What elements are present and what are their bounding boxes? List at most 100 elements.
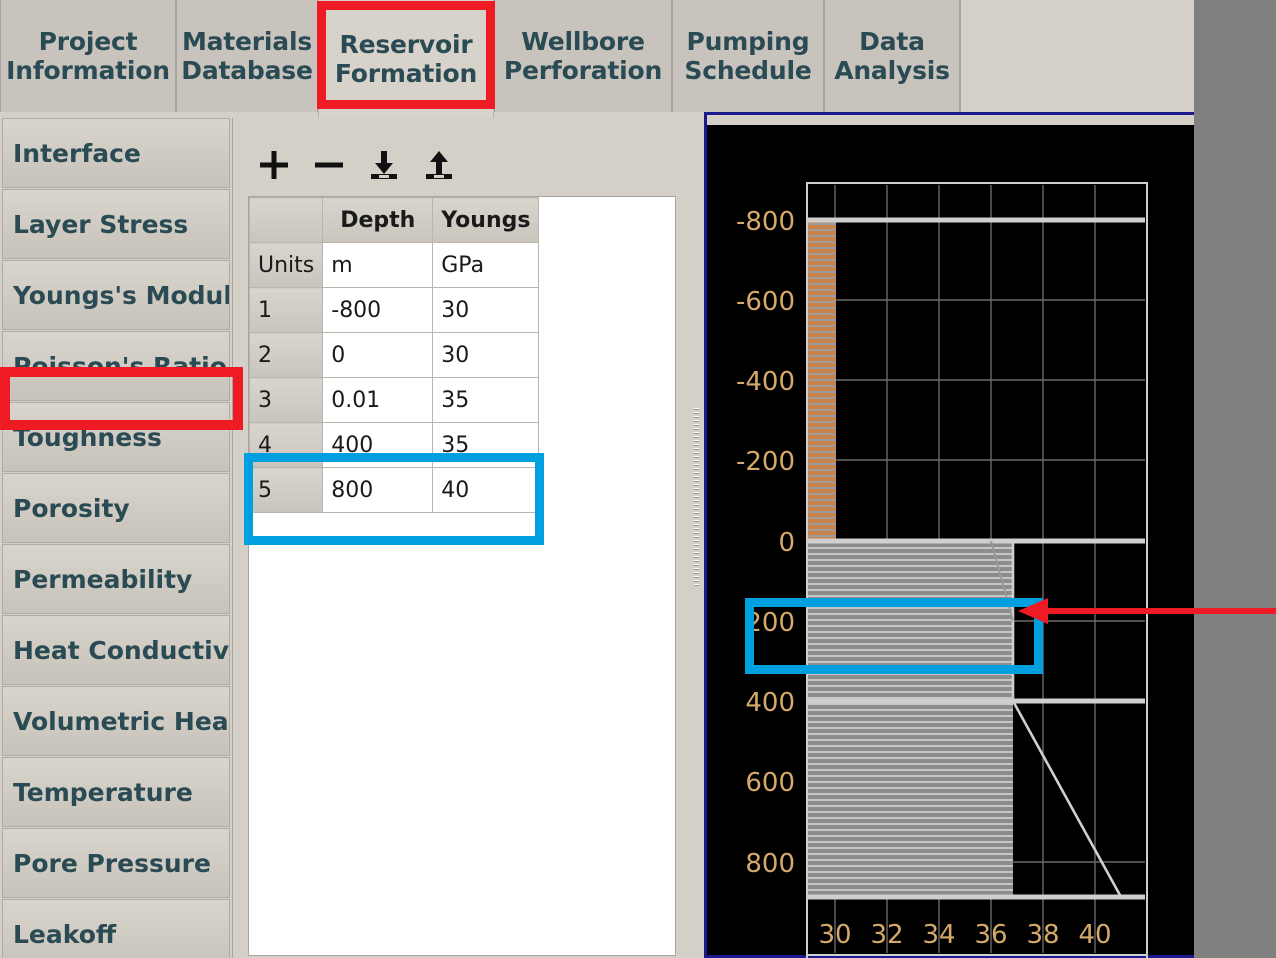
row-header[interactable]: 4 — [249, 422, 324, 468]
sidebar-item-label: Pore Pressure — [13, 848, 211, 878]
sidebar-item-pore-pressure[interactable]: Pore Pressure — [2, 828, 230, 898]
tab-label-line1: Wellbore — [521, 26, 645, 56]
tab-reservoir-formation[interactable]: Reservoir Formation — [318, 0, 494, 118]
cell-youngs[interactable]: 30 — [432, 287, 540, 333]
sidebar-item-poissons-ratio[interactable]: Poisson's Ratio — [2, 331, 230, 401]
row-header[interactable]: 5 — [249, 467, 324, 513]
svg-text:-800: -800 — [736, 207, 795, 237]
cell-depth[interactable]: m — [322, 242, 434, 288]
add-row-button[interactable] — [248, 136, 300, 194]
sidebar-item-interface[interactable]: Interface — [2, 118, 230, 188]
svg-text:36: 36 — [974, 920, 1007, 950]
svg-text:34: 34 — [922, 920, 955, 950]
cell-depth[interactable]: 0 — [322, 332, 434, 378]
sidebar-item-volumetric-heat-capacity[interactable]: Volumetric Heat C — [2, 686, 230, 756]
cell-youngs[interactable]: 35 — [432, 422, 540, 468]
property-sidebar: Interface Layer Stress Youngs's Modulus … — [0, 118, 233, 958]
tab-label-line1: Data — [859, 26, 925, 56]
table-row: 4 400 35 — [249, 422, 540, 468]
tab-label-line2: Schedule — [684, 56, 812, 85]
panel-splitter[interactable] — [690, 118, 704, 958]
sidebar-item-leakoff[interactable]: Leakoff — [2, 899, 230, 958]
tab-label-line1: Reservoir — [339, 29, 473, 59]
sidebar-item-label: Porosity — [13, 493, 130, 523]
svg-text:200: 200 — [745, 608, 795, 638]
sidebar-item-label: Temperature — [13, 777, 193, 807]
layer-data-table: Depth Youngs Units m GPa 1 -800 30 2 0 3… — [249, 197, 540, 513]
cell-depth[interactable]: 400 — [322, 422, 434, 468]
sidebar-item-youngs-modulus[interactable]: Youngs's Modulus — [2, 260, 230, 330]
tab-data-analysis[interactable]: Data Analysis — [824, 0, 960, 112]
svg-text:800: 800 — [745, 849, 795, 879]
tab-label-line1: Materials — [181, 26, 313, 56]
row-header[interactable]: 2 — [249, 332, 324, 378]
tab-label-line1: Project — [38, 26, 138, 56]
table-header-row: Depth Youngs — [249, 197, 540, 243]
sidebar-item-label: Layer Stress — [13, 209, 189, 239]
tab-label-line2: Perforation — [503, 56, 663, 85]
cell-depth[interactable]: -800 — [322, 287, 434, 333]
sidebar-item-label: Volumetric Heat C — [13, 706, 229, 736]
column-header-youngs[interactable]: Youngs — [432, 197, 540, 243]
svg-text:38: 38 — [1026, 920, 1059, 950]
table-row: 2 0 30 — [249, 332, 540, 378]
table-row: 5 800 40 — [249, 467, 540, 513]
sidebar-item-heat-conductivity[interactable]: Heat Conductivity — [2, 615, 230, 685]
remove-row-button[interactable] — [303, 136, 355, 194]
column-header-index[interactable] — [249, 197, 324, 243]
tab-bar-filler — [960, 0, 1194, 112]
sidebar-item-label: Interface — [13, 138, 141, 168]
row-header[interactable]: 1 — [249, 287, 324, 333]
table-row: 3 0.01 35 — [249, 377, 540, 423]
svg-text:30: 30 — [818, 920, 851, 950]
sidebar-item-label: Heat Conductivity — [13, 635, 230, 665]
sidebar-item-temperature[interactable]: Temperature — [2, 757, 230, 827]
minus-icon — [312, 148, 346, 182]
sidebar-item-layer-stress[interactable]: Layer Stress — [2, 189, 230, 259]
layer-band-1 — [808, 220, 836, 541]
svg-text:-200: -200 — [736, 447, 795, 477]
tab-label-line2: Analysis — [834, 56, 950, 85]
tab-label-line1: Pumping — [686, 26, 810, 56]
sidebar-item-label: Permeability — [13, 564, 193, 594]
import-button[interactable] — [358, 136, 410, 194]
cell-depth[interactable]: 0.01 — [322, 377, 434, 423]
cell-youngs[interactable]: 40 — [432, 467, 540, 513]
svg-text:400: 400 — [745, 688, 795, 718]
sidebar-item-permeability[interactable]: Permeability — [2, 544, 230, 614]
tab-project-information[interactable]: Project Information — [0, 0, 176, 112]
cell-youngs[interactable]: 35 — [432, 377, 540, 423]
plot-x-tick-labels: 30 32 34 36 38 40 — [818, 920, 1111, 950]
svg-text:0: 0 — [778, 528, 795, 558]
tab-label-line2: Database — [181, 56, 313, 85]
plot-y-tick-labels: -800 -600 -400 -200 0 200 400 600 800 — [736, 207, 795, 879]
main-tab-bar: Project Information Materials Database R… — [0, 0, 1194, 118]
plot-canvas[interactable]: -800 -600 -400 -200 0 200 400 600 800 30… — [707, 125, 1194, 958]
splitter-grip-icon — [694, 408, 699, 588]
table-row: 1 -800 30 — [249, 287, 540, 333]
layer-band-3 — [808, 701, 1013, 896]
svg-text:40: 40 — [1078, 920, 1111, 950]
column-header-depth[interactable]: Depth — [322, 197, 434, 243]
youngs-modulus-depth-plot: -800 -600 -400 -200 0 200 400 600 800 30… — [736, 182, 1148, 958]
cell-youngs[interactable]: GPa — [432, 242, 540, 288]
sidebar-item-label: Leakoff — [13, 919, 117, 949]
svg-text:32: 32 — [870, 920, 903, 950]
sidebar-item-toughness[interactable]: Toughness — [2, 402, 230, 472]
tab-pumping-schedule[interactable]: Pumping Schedule — [672, 0, 824, 112]
sidebar-item-label: Poisson's Ratio — [13, 351, 227, 381]
plus-icon — [257, 148, 291, 182]
tab-wellbore-perforation[interactable]: Wellbore Perforation — [494, 0, 672, 112]
cell-depth[interactable]: 800 — [322, 467, 434, 513]
download-icon — [367, 148, 401, 182]
row-header[interactable]: 3 — [249, 377, 324, 423]
table-toolbar — [240, 136, 690, 200]
cell-youngs[interactable]: 30 — [432, 332, 540, 378]
row-header[interactable]: Units — [249, 242, 324, 288]
tab-materials-database[interactable]: Materials Database — [176, 0, 318, 112]
profile-plot-panel: -800 -600 -400 -200 0 200 400 600 800 30… — [704, 112, 1194, 958]
sidebar-item-porosity[interactable]: Porosity — [2, 473, 230, 543]
layer-data-table-container[interactable]: Depth Youngs Units m GPa 1 -800 30 2 0 3… — [248, 196, 676, 956]
sidebar-item-label: Toughness — [13, 422, 162, 452]
export-button[interactable] — [413, 136, 465, 194]
